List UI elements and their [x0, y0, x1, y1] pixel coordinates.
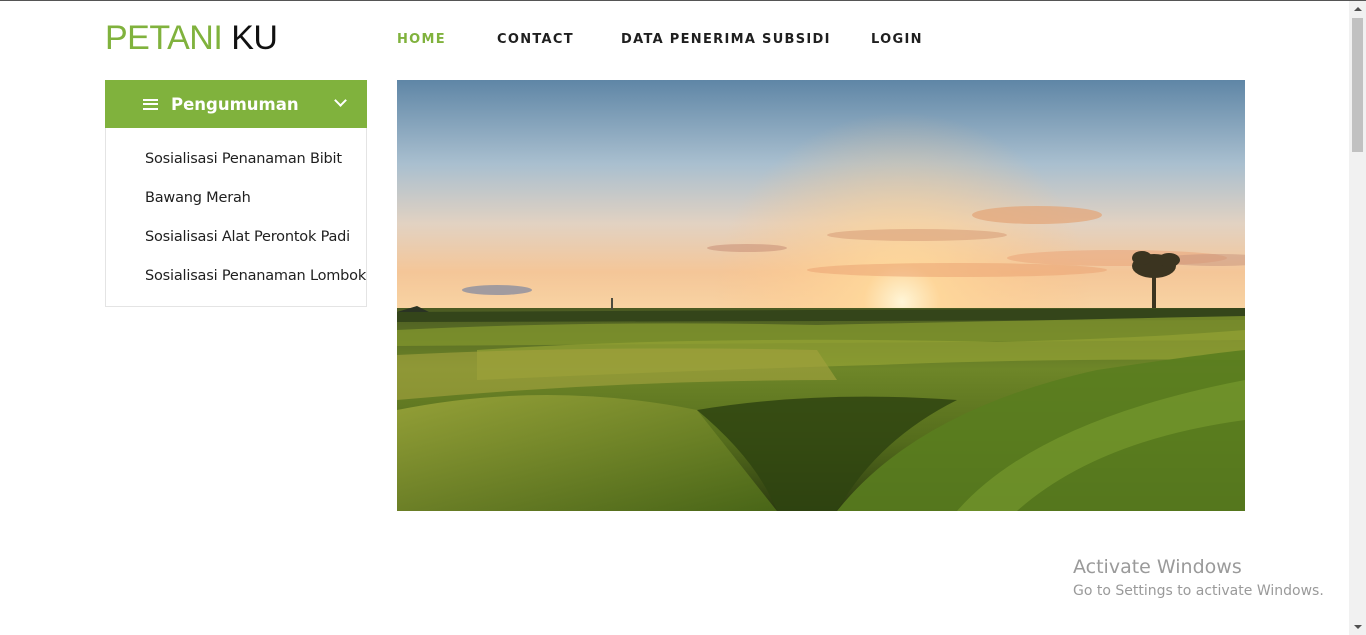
logo-part-2: KU: [231, 19, 278, 57]
logo-part-1: PETANI: [105, 19, 223, 57]
site-logo[interactable]: PETANI KU: [105, 16, 278, 60]
vertical-scrollbar[interactable]: [1349, 1, 1366, 635]
watermark-subtitle: Go to Settings to activate Windows.: [1073, 583, 1324, 599]
nav-contact[interactable]: CONTACT: [497, 32, 574, 47]
hamburger-icon: [143, 98, 158, 110]
scroll-up-arrow-icon[interactable]: [1354, 7, 1362, 11]
announcement-sidebar: Pengumuman Sosialisasi Penanaman Bibit B…: [105, 80, 367, 307]
sidebar-title: Pengumuman: [171, 94, 299, 114]
watermark-title: Activate Windows: [1073, 556, 1242, 578]
announcement-item[interactable]: Bawang Merah: [145, 188, 366, 227]
sidebar-header[interactable]: Pengumuman: [105, 80, 367, 128]
nav-login[interactable]: LOGIN: [871, 32, 923, 47]
announcement-list: Sosialisasi Penanaman Bibit Bawang Merah…: [145, 149, 366, 305]
windows-activation-watermark: Activate Windows Go to Settings to activ…: [1073, 556, 1324, 599]
scroll-down-arrow-icon[interactable]: [1354, 625, 1362, 629]
announcement-item[interactable]: Sosialisasi Penanaman Bibit: [145, 149, 366, 188]
hero-image: [397, 80, 1245, 511]
chevron-down-icon[interactable]: [334, 94, 347, 107]
scrollbar-thumb[interactable]: [1352, 18, 1363, 152]
nav-home[interactable]: HOME: [397, 32, 446, 47]
announcement-item[interactable]: Sosialisasi Penanaman Lombok: [145, 266, 366, 305]
nav-data-penerima-subsidi[interactable]: DATA PENERIMA SUBSIDI: [621, 32, 831, 47]
rice-field-sunset-image: [397, 80, 1245, 511]
announcement-item[interactable]: Sosialisasi Alat Perontok Padi: [145, 227, 366, 266]
